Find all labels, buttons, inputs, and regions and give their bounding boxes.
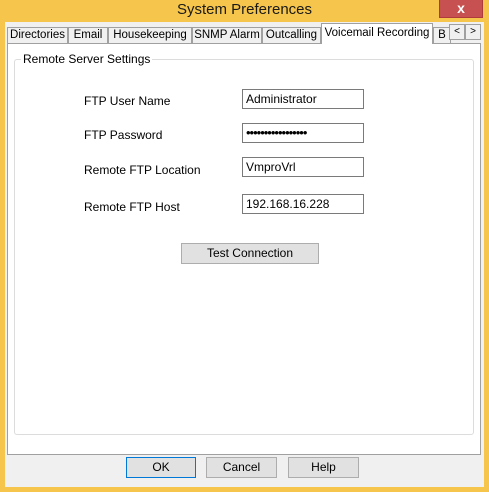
tab-snmp-alarm[interactable]: SNMP Alarm — [192, 27, 262, 43]
voicemail-recording-page: Remote Server Settings FTP User Name Adm… — [7, 43, 481, 455]
system-preferences-window: System Preferences x Directories Email H… — [0, 0, 489, 492]
tab-scroll-buttons: < > — [449, 24, 481, 40]
help-button[interactable]: Help — [288, 457, 359, 478]
remote-ftp-location-label: Remote FTP Location — [84, 163, 201, 177]
dialog-body: Directories Email Housekeeping SNMP Alar… — [5, 22, 484, 487]
title-bar[interactable]: System Preferences x — [0, 0, 489, 22]
tab-housekeeping[interactable]: Housekeeping — [108, 27, 192, 43]
ftp-password-label: FTP Password — [84, 128, 163, 142]
remote-server-settings-group: Remote Server Settings FTP User Name Adm… — [14, 52, 474, 435]
remote-ftp-host-input[interactable]: 192.168.16.228 — [242, 194, 364, 214]
dialog-button-bar: OK Cancel Help — [5, 454, 484, 487]
remote-ftp-host-label: Remote FTP Host — [84, 200, 180, 214]
ok-button[interactable]: OK — [126, 457, 196, 478]
close-button[interactable]: x — [439, 0, 483, 18]
remote-ftp-location-input[interactable]: VmproVrl — [242, 157, 364, 177]
group-title: Remote Server Settings — [21, 52, 153, 66]
tab-directories[interactable]: Directories — [7, 27, 68, 43]
tab-scroll-left-icon[interactable]: < — [449, 24, 465, 40]
ftp-user-name-label: FTP User Name — [84, 94, 171, 108]
test-connection-button[interactable]: Test Connection — [181, 243, 319, 264]
ftp-user-name-input[interactable]: Administrator — [242, 89, 364, 109]
tab-voicemail-recording[interactable]: Voicemail Recording — [321, 23, 433, 44]
window-title: System Preferences — [176, 1, 313, 18]
cancel-button[interactable]: Cancel — [206, 457, 277, 478]
tab-scroll-right-icon[interactable]: > — [465, 24, 481, 40]
tab-outcalling[interactable]: Outcalling — [262, 27, 321, 43]
ftp-password-input[interactable]: ••••••••••••••••• — [242, 123, 364, 143]
tab-email[interactable]: Email — [68, 27, 108, 43]
